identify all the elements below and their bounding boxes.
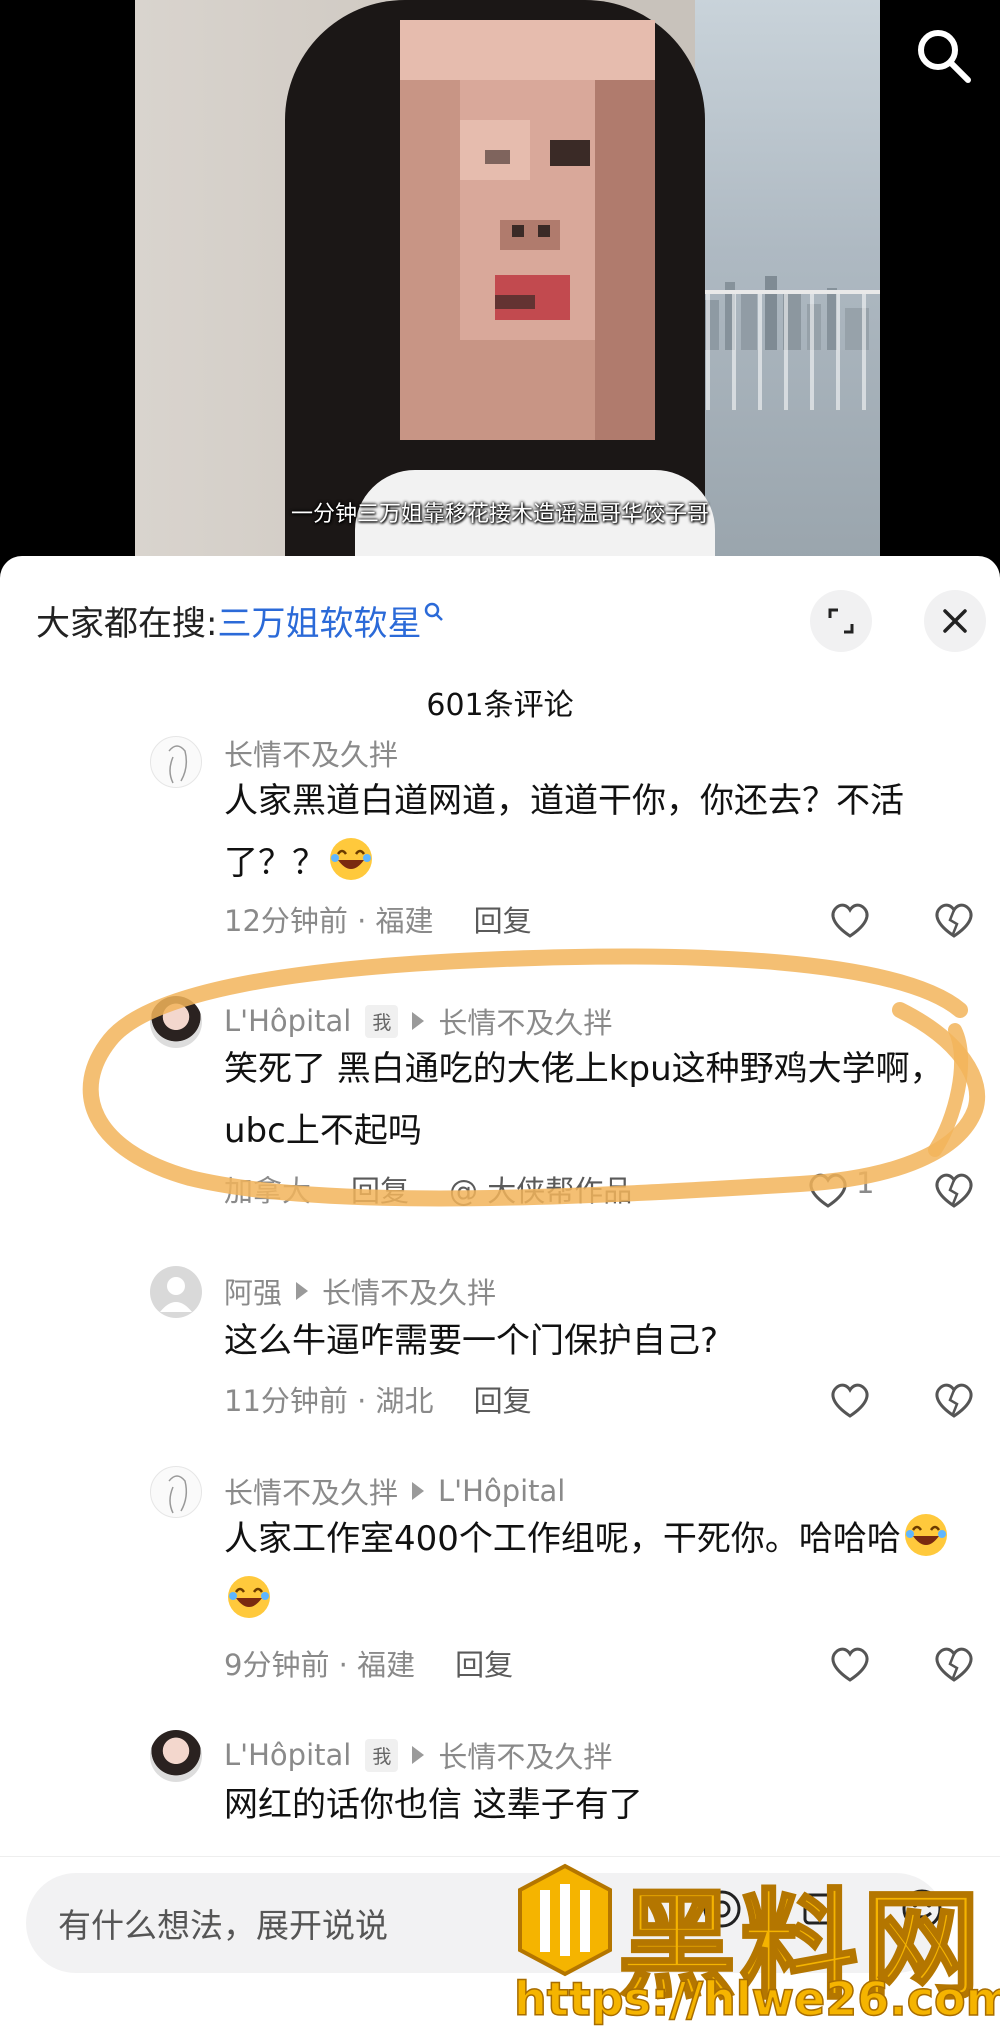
comment-author[interactable]: 长情不及久拌 — [224, 1470, 398, 1512]
reply-to-author[interactable]: 长情不及久拌 — [438, 1000, 612, 1042]
comment-author[interactable]: L'Hôpital — [224, 1738, 351, 1772]
pixelated-face — [400, 20, 655, 440]
watermark-url: https://hlwe26.com — [513, 1971, 1000, 2027]
laughing-emoji-icon — [228, 1576, 270, 1618]
reply-button[interactable]: 回复 — [474, 904, 532, 938]
comment-text: 人家黑道白道网道，道道干你，你还去？不活了？？ — [224, 781, 904, 883]
search-icon[interactable] — [912, 24, 976, 88]
comment-body: 网红的话你也信 这辈子有了 — [224, 1785, 643, 1825]
heart-icon[interactable] — [806, 1170, 850, 1210]
heart-icon[interactable] — [828, 1380, 872, 1420]
comment-meta: 长情不及久拌 L'Hôpital — [224, 1470, 565, 1512]
close-icon — [943, 609, 967, 633]
comment-footer: 加拿大 回复 @ 大侠帮作品 — [224, 1168, 632, 1210]
expand-icon — [828, 608, 854, 634]
avatar[interactable] — [150, 1730, 202, 1782]
hot-search-prefix: 大家都在搜: — [36, 604, 218, 644]
me-badge: 我 — [365, 1004, 399, 1038]
avatar[interactable] — [150, 736, 202, 788]
comment-time-location: 11分钟前 · 湖北 — [224, 1384, 434, 1418]
reply-arrow-icon — [412, 1482, 425, 1500]
reply-button[interactable]: 回复 — [474, 1384, 532, 1418]
comment-author[interactable]: L'Hôpital — [224, 1004, 351, 1038]
watermark-logo — [518, 1863, 612, 1977]
video-player[interactable]: 一分钟三万姐靠移花接木造谣温哥华饺子哥 — [0, 0, 1000, 560]
comment-extra[interactable]: @ 大侠帮作品 — [449, 1174, 632, 1208]
video-frame — [135, 0, 880, 560]
video-subtitle: 一分钟三万姐靠移花接木造谣温哥华饺子哥 — [290, 502, 709, 527]
heart-icon[interactable] — [828, 1644, 872, 1684]
comment-footer: 9分钟前 · 福建 回复 — [224, 1642, 513, 1684]
laughing-emoji-icon — [904, 1514, 947, 1556]
broken-heart-icon[interactable] — [932, 900, 976, 940]
like-count: 1 — [856, 1166, 875, 1200]
comment-meta: L'Hôpital 我 长情不及久拌 — [224, 1734, 612, 1776]
comment-footer: 11分钟前 · 湖北 回复 — [224, 1378, 532, 1420]
close-button[interactable] — [924, 590, 986, 652]
comment-time-location: 加拿大 — [224, 1174, 312, 1208]
reply-to-author[interactable]: 长情不及久拌 — [322, 1270, 496, 1312]
reply-arrow-icon — [412, 1012, 425, 1030]
hot-search-keyword[interactable]: 三万姐软软星 — [217, 604, 421, 644]
comment-footer: 12分钟前 · 福建 回复 — [224, 898, 532, 940]
comment-time-location: 9分钟前 · 福建 — [224, 1648, 416, 1682]
comment-author[interactable]: 阿强 — [224, 1270, 282, 1312]
laughing-emoji-icon — [330, 838, 372, 880]
comment-count: 601条评论 — [426, 688, 574, 723]
comment-meta: L'Hôpital 我 长情不及久拌 — [224, 1000, 612, 1042]
hot-search-bar[interactable]: 大家都在搜:三万姐软软星 — [36, 596, 445, 645]
broken-heart-icon[interactable] — [932, 1644, 976, 1684]
reply-to-author[interactable]: 长情不及久拌 — [438, 1734, 612, 1776]
avatar[interactable] — [150, 1266, 202, 1318]
comment-body: 人家工作室400个工作组呢，干死你。哈哈哈 — [224, 1508, 964, 1632]
comment-body: 笑死了 黑白通吃的大佬上kpu这种野鸡大学啊，ubc上不起吗 — [224, 1049, 944, 1151]
avatar[interactable] — [150, 1466, 202, 1518]
comment-author[interactable]: 长情不及久拌 — [224, 732, 398, 774]
comment-meta: 阿强 长情不及久拌 — [224, 1270, 496, 1312]
comment-text: 人家工作室400个工作组呢，干死你。哈哈哈 — [224, 1519, 901, 1559]
heart-icon[interactable] — [828, 900, 872, 940]
reply-button[interactable]: 回复 — [455, 1648, 513, 1682]
comment-body: 这么牛逼咋需要一个门保护自己? — [224, 1321, 719, 1361]
avatar[interactable] — [150, 996, 202, 1048]
input-placeholder: 有什么想法，展开说说 — [58, 1906, 388, 1945]
watermark: 黑料网 https://hlwe26.com — [510, 1850, 1000, 2044]
comment-body: 人家黑道白道网道，道道干你，你还去？不活了？？ — [224, 770, 964, 894]
comment-meta: 长情不及久拌 — [224, 732, 398, 774]
expand-button[interactable] — [810, 590, 872, 652]
reply-arrow-icon — [296, 1282, 309, 1300]
comment-time-location: 12分钟前 · 福建 — [224, 904, 434, 938]
broken-heart-icon[interactable] — [932, 1170, 976, 1210]
comment-sheet: 大家都在搜:三万姐软软星 601条评论 长情不及久拌 人家黑道白道网道，道道干你… — [0, 556, 1000, 2044]
reply-button[interactable]: 回复 — [351, 1174, 409, 1208]
broken-heart-icon[interactable] — [932, 1380, 976, 1420]
small-search-icon — [425, 602, 444, 621]
reply-to-author[interactable]: L'Hôpital — [438, 1474, 565, 1508]
reply-arrow-icon — [412, 1746, 425, 1764]
me-badge: 我 — [365, 1738, 399, 1772]
